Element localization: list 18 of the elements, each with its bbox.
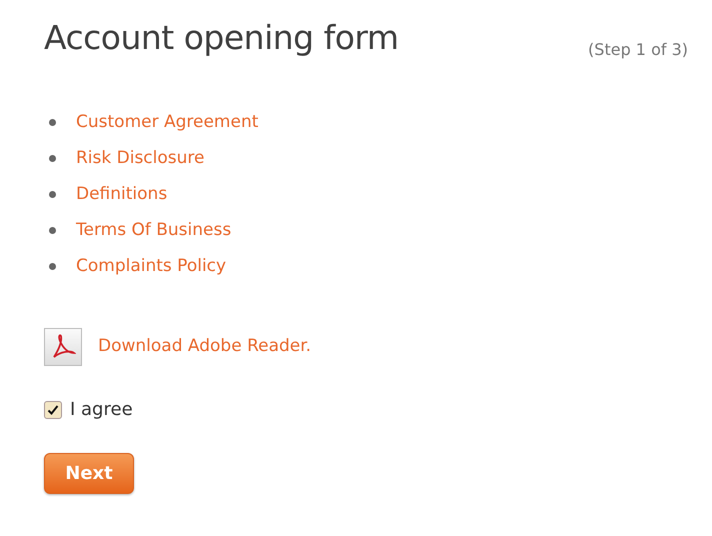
bullet — [49, 119, 56, 126]
document-link[interactable]: Complaints Policy — [76, 256, 226, 276]
download-link[interactable]: Download Adobe Reader. — [98, 334, 312, 360]
agree-checkbox[interactable] — [44, 400, 62, 418]
document-link[interactable]: Risk Disclosure — [76, 148, 204, 168]
document-link[interactable]: Terms Of Business — [76, 220, 232, 240]
pdf-icon — [44, 328, 82, 366]
agree-label: I agree — [70, 398, 133, 422]
bullet — [49, 263, 56, 270]
check-icon — [47, 404, 59, 416]
document-link[interactable]: Definitions — [76, 184, 168, 204]
bullet — [49, 227, 56, 234]
next-button[interactable]: Next — [44, 453, 134, 494]
bullet — [49, 155, 56, 162]
document-link[interactable]: Customer Agreement — [76, 112, 258, 132]
step-indicator: (Step 1 of 3) — [588, 39, 688, 61]
bullet — [49, 191, 56, 198]
page-title: Account opening form — [44, 18, 399, 58]
